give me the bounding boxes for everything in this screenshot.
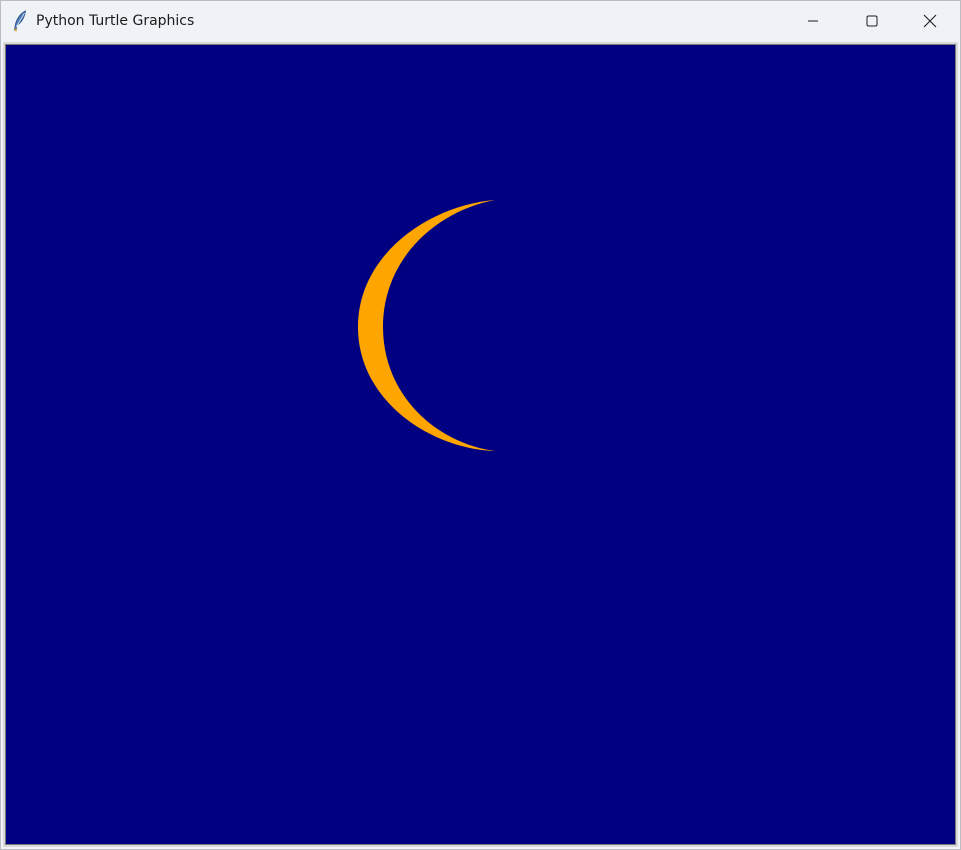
turtle-canvas[interactable] (5, 44, 956, 845)
window-client-area (3, 42, 958, 847)
turtle-window: Python Turtle Graphics (0, 0, 961, 850)
canvas-background (6, 45, 955, 844)
window-title: Python Turtle Graphics (36, 13, 195, 29)
close-icon (923, 14, 937, 28)
feather-icon (12, 10, 28, 32)
minimize-icon (808, 20, 818, 22)
maximize-icon (866, 15, 878, 27)
minimize-button[interactable] (784, 1, 842, 41)
close-button[interactable] (901, 1, 959, 41)
drawing-surface (6, 45, 955, 844)
title-bar[interactable]: Python Turtle Graphics (1, 1, 960, 41)
maximize-button[interactable] (843, 1, 901, 41)
